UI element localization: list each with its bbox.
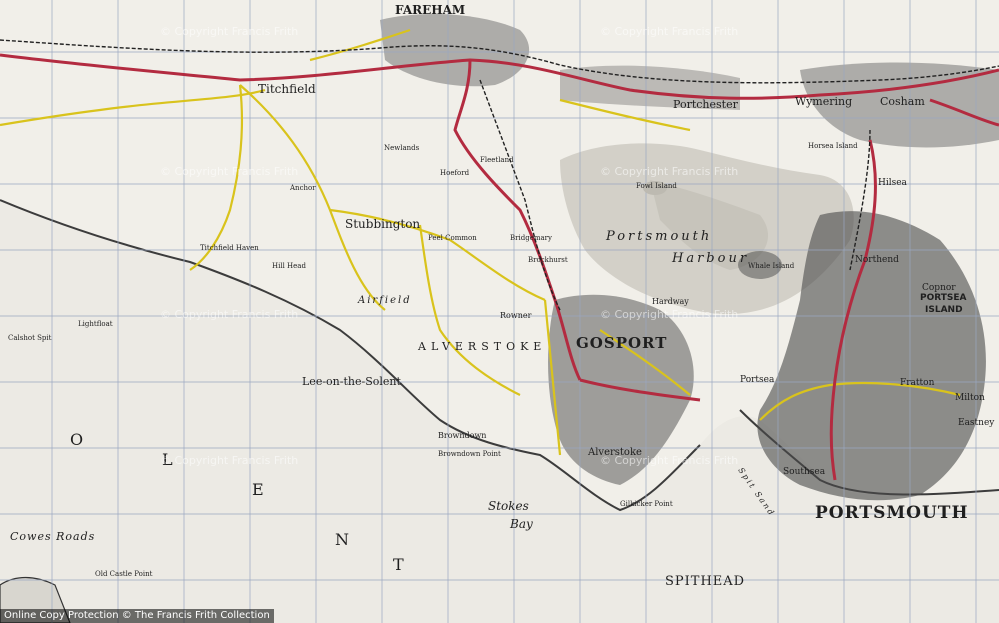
label-gosport: GOSPORT — [576, 334, 667, 352]
watermark: © Copyright Francis Frith — [600, 165, 738, 178]
map-view[interactable]: FAREHAM Titchfield Stubbington Portchest… — [0, 0, 999, 623]
label-fareham: FAREHAM — [395, 3, 465, 17]
label-newlands: Newlands — [384, 144, 420, 152]
label-hilsea: Hilsea — [878, 178, 908, 188]
label-fleetland: Fleetland — [480, 156, 514, 164]
label-cowes-roads: Cowes Roads — [10, 530, 95, 543]
label-harbour-2: Harbour — [671, 251, 749, 266]
label-lightfloat: Lightfloat — [78, 320, 113, 328]
label-copnor: Copnor — [922, 283, 956, 293]
label-whale-island: Whale Island — [748, 262, 795, 270]
label-bridgemary: Bridgemary — [510, 234, 552, 242]
label-harbour-1: Portsmouth — [605, 229, 712, 244]
watermark: © Copyright Francis Frith — [600, 25, 738, 38]
label-spithead: SPITHEAD — [665, 574, 745, 589]
label-wymering: Wymering — [795, 95, 852, 108]
watermark: © Copyright Francis Frith — [600, 308, 738, 321]
label-southsea: Southsea — [783, 467, 826, 477]
label-northend: Northend — [855, 255, 899, 265]
label-airfield: Airfield — [357, 295, 412, 306]
solent-letter-e: E — [252, 480, 264, 499]
label-portsea-2: ISLAND — [925, 305, 963, 315]
label-browndown-point: Browndown Point — [438, 450, 501, 458]
label-lee-on-the-solent: Lee-on-the-Solent — [302, 375, 401, 388]
label-old-castle-point: Old Castle Point — [95, 570, 153, 578]
label-fowl-island: Fowl Island — [636, 182, 677, 190]
label-anchor: Anchor — [289, 184, 316, 192]
watermark: © Copyright Francis Frith — [600, 454, 738, 467]
watermark: © Copyright Francis Frith — [160, 308, 298, 321]
watermark: © Copyright Francis Frith — [160, 165, 298, 178]
label-stokes: Stokes — [488, 499, 529, 513]
label-cosham: Cosham — [880, 95, 925, 108]
label-titchfield-haven: Titchfield Haven — [200, 244, 259, 252]
label-eastney: Eastney — [958, 418, 995, 428]
label-horsea-island: Horsea Island — [808, 142, 858, 150]
solent-letter-t: T — [393, 555, 404, 574]
label-portchester: Portchester — [673, 98, 739, 111]
copyright-footer: Online Copy Protection © The Francis Fri… — [0, 609, 274, 623]
label-brockhurst: Brockhurst — [528, 256, 568, 264]
label-fratton: Fratton — [900, 378, 935, 388]
label-hill-head: Hill Head — [272, 262, 306, 270]
watermark: © Copyright Francis Frith — [160, 454, 298, 467]
label-stubbington: Stubbington — [345, 217, 420, 231]
label-titchfield: Titchfield — [258, 82, 316, 96]
label-portsea: Portsea — [740, 375, 775, 385]
label-alverstoke-area: ALVERSTOKE — [417, 340, 546, 353]
watermark: © Copyright Francis Frith — [160, 25, 298, 38]
label-portsea-1: PORTSEA — [920, 293, 967, 303]
label-gilkicker-point: Gilkicker Point — [620, 500, 673, 508]
label-peel-common: Peel Common — [428, 234, 477, 242]
solent-letter-o: O — [70, 430, 83, 449]
label-hardway: Hardway — [652, 297, 689, 306]
ordnance-map-canvas: FAREHAM Titchfield Stubbington Portchest… — [0, 0, 999, 623]
label-rowner: Rowner — [500, 311, 532, 320]
label-portsmouth: PORTSMOUTH — [815, 503, 969, 523]
label-bay: Bay — [509, 517, 533, 531]
label-browndown: Browndown — [438, 431, 486, 440]
label-milton: Milton — [955, 393, 985, 403]
label-calshot-spit: Calshot Spit — [8, 334, 52, 342]
solent-letter-n: N — [335, 530, 349, 549]
label-hoeford: Hoeford — [440, 169, 470, 177]
